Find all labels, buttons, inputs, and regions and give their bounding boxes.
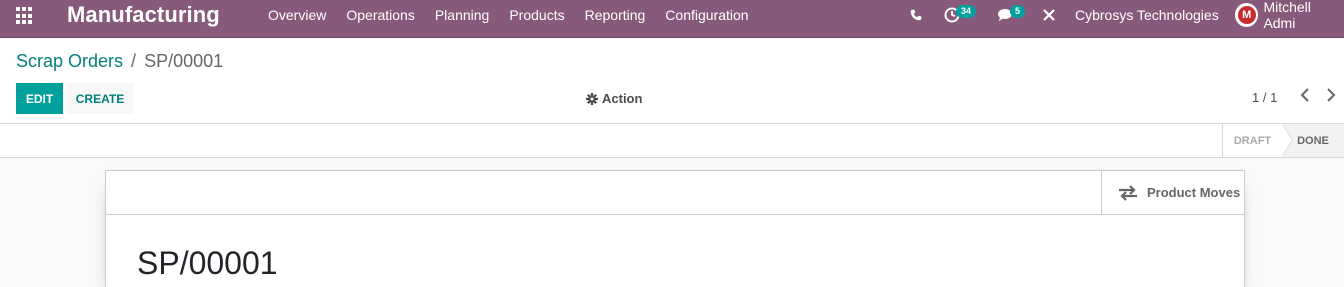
edit-button[interactable]: EDIT xyxy=(16,83,63,114)
record-title: SP/00001 xyxy=(137,245,278,281)
product-moves-label: Product Moves xyxy=(1147,185,1241,200)
form-sheet: Product Moves SP/00001 xyxy=(105,170,1245,287)
phone-icon[interactable] xyxy=(910,0,922,30)
top-navbar: Manufacturing Overview Operations Planni… xyxy=(0,0,1344,38)
menu-item-configuration[interactable]: Configuration xyxy=(655,7,758,23)
action-dropdown[interactable]: Action xyxy=(586,91,642,106)
stage-arrow-fill xyxy=(1282,124,1292,156)
app-brand[interactable]: Manufacturing xyxy=(67,2,220,28)
activity-count-badge: 34 xyxy=(956,5,977,18)
control-panel: Scrap Orders / SP/00001 EDIT CREATE Acti… xyxy=(0,38,1344,124)
menu-item-overview[interactable]: Overview xyxy=(258,7,336,23)
chevron-left-icon[interactable] xyxy=(1300,88,1310,107)
user-menu[interactable]: M Mitchell Admi xyxy=(1235,0,1344,31)
breadcrumb-parent[interactable]: Scrap Orders xyxy=(16,51,123,72)
apps-grid-icon[interactable] xyxy=(16,7,34,25)
breadcrumb-current: SP/00001 xyxy=(144,51,224,71)
user-name: Mitchell Admi xyxy=(1263,0,1311,31)
close-icon[interactable] xyxy=(1043,0,1055,30)
product-moves-button[interactable]: Product Moves xyxy=(1101,171,1244,214)
message-count-badge: 5 xyxy=(1010,5,1026,18)
action-label: Action xyxy=(602,91,643,106)
avatar: M xyxy=(1235,3,1259,27)
company-switcher[interactable]: Cybrosys Technologies xyxy=(1075,0,1219,30)
exchange-icon xyxy=(1119,184,1137,201)
chevron-right-icon[interactable] xyxy=(1326,88,1336,107)
menu-item-reporting[interactable]: Reporting xyxy=(575,7,656,23)
gear-icon xyxy=(586,92,598,105)
pager-value[interactable]: 1 / 1 xyxy=(1252,90,1277,105)
menu-item-products[interactable]: Products xyxy=(499,7,574,23)
create-button[interactable]: CREATE xyxy=(66,83,134,114)
button-box: Product Moves xyxy=(106,171,1244,215)
main-menu: Overview Operations Planning Products Re… xyxy=(258,0,759,30)
status-bar: DRAFT DONE xyxy=(0,124,1344,158)
breadcrumb: Scrap Orders / SP/00001 xyxy=(16,51,223,72)
stage-draft[interactable]: DRAFT xyxy=(1222,124,1282,157)
menu-item-operations[interactable]: Operations xyxy=(336,7,424,23)
breadcrumb-separator: / xyxy=(131,51,137,71)
menu-item-planning[interactable]: Planning xyxy=(425,7,500,23)
